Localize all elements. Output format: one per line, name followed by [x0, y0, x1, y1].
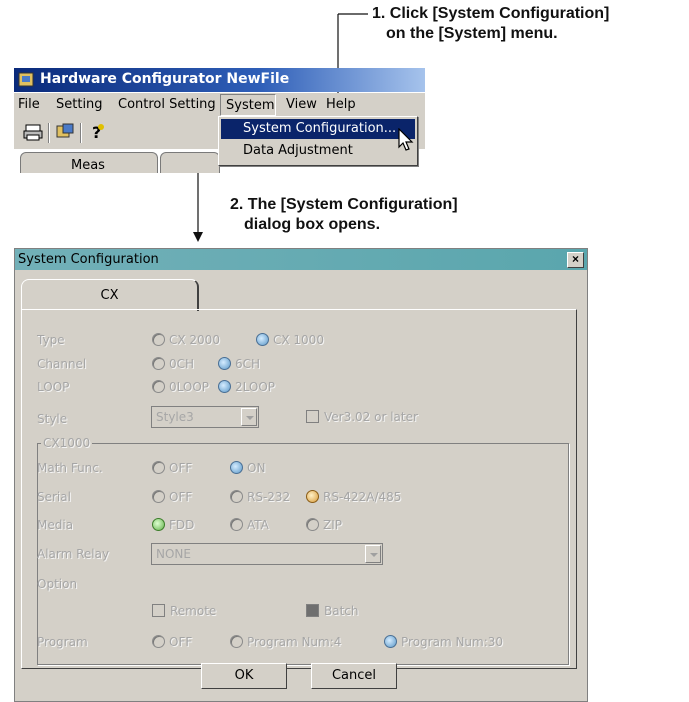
- channel-0ch-radio[interactable]: [152, 357, 165, 370]
- step2-line2: dialog box opens.: [244, 216, 381, 233]
- mouse-cursor-icon: [398, 128, 414, 151]
- media-fdd-label: FDD: [169, 518, 195, 532]
- menu-setting[interactable]: Setting: [56, 97, 103, 112]
- step2-line1: 2. The [System Configuration]: [230, 196, 458, 213]
- style-value: Style3: [156, 410, 194, 424]
- serial-off-radio[interactable]: [152, 490, 165, 503]
- loop-label: LOOP: [37, 380, 70, 394]
- alarm-relay-label: Alarm Relay: [37, 547, 110, 561]
- program-off-radio[interactable]: [152, 635, 165, 648]
- app-icon: [18, 72, 34, 87]
- remote-label: Remote: [170, 604, 217, 618]
- batch-label: Batch: [324, 604, 359, 618]
- program-num4-radio[interactable]: [230, 635, 243, 648]
- media-ata-label: ATA: [247, 518, 269, 532]
- dialog-titlebar: System Configuration ×: [15, 249, 587, 270]
- menu-system-pressed[interactable]: System: [220, 94, 276, 116]
- chevron-down-icon[interactable]: [241, 408, 257, 426]
- style-label: Style: [37, 412, 68, 426]
- option-label: Option: [37, 577, 78, 591]
- program-num4-label: Program Num:4: [247, 635, 342, 649]
- ok-button[interactable]: OK: [201, 663, 287, 689]
- media-zip-radio[interactable]: [306, 518, 319, 531]
- menu-bar: File Setting Control Setting System View…: [14, 93, 425, 117]
- loop-0loop-radio[interactable]: [152, 380, 165, 393]
- serial-rs232-label: RS-232: [247, 490, 291, 504]
- serial-label: Serial: [37, 490, 71, 504]
- toolbar-separator: [80, 123, 82, 143]
- ver302-checkbox[interactable]: [306, 410, 319, 423]
- close-icon[interactable]: ×: [567, 252, 584, 268]
- loop-2loop-label: 2LOOP: [235, 380, 276, 394]
- type-cx2000-radio[interactable]: [152, 333, 165, 346]
- help-icon[interactable]: ?: [86, 121, 108, 143]
- menu-help[interactable]: Help: [326, 97, 356, 112]
- config-icon[interactable]: [54, 121, 76, 143]
- math-off-radio[interactable]: [152, 461, 165, 474]
- step1-line1: 1. Click [System Configuration]: [372, 5, 610, 22]
- serial-rs422-radio[interactable]: [306, 490, 319, 503]
- menu-system[interactable]: System: [226, 98, 274, 113]
- math-label: Math Func.: [37, 461, 103, 475]
- serial-rs232-radio[interactable]: [230, 490, 243, 503]
- channel-label: Channel: [37, 357, 87, 371]
- program-label: Program: [37, 635, 88, 649]
- media-label: Media: [37, 518, 74, 532]
- tab-cx[interactable]: CX: [21, 279, 199, 311]
- dialog-title: System Configuration: [18, 252, 159, 267]
- alarm-relay-combo[interactable]: NONE: [151, 543, 383, 565]
- system-configuration-dialog: System Configuration × CX Type CX 2000 C…: [14, 248, 588, 702]
- chevron-down-icon[interactable]: [365, 545, 381, 563]
- alarm-relay-value: NONE: [156, 547, 191, 561]
- program-num30-label: Program Num:30: [401, 635, 504, 649]
- type-cx1000-radio[interactable]: [256, 333, 269, 346]
- dialog-tab-bar: CX: [21, 279, 577, 311]
- program-num30-radio[interactable]: [384, 635, 397, 648]
- program-off-label: OFF: [169, 635, 193, 649]
- math-off-label: OFF: [169, 461, 193, 475]
- menu-item-data-adjustment[interactable]: Data Adjustment: [221, 141, 415, 161]
- toolbar-separator: [48, 123, 50, 143]
- type-cx1000-label: CX 1000: [273, 333, 324, 347]
- system-menu-dropdown: System Configuration... Data Adjustment: [218, 116, 418, 166]
- print-icon[interactable]: [22, 121, 44, 143]
- type-label: Type: [37, 333, 65, 347]
- media-fdd-radio[interactable]: [152, 518, 165, 531]
- loop-2loop-radio[interactable]: [218, 380, 231, 393]
- channel-0ch-label: 0CH: [169, 357, 195, 371]
- type-cx2000-label: CX 2000: [169, 333, 220, 347]
- loop-0loop-label: 0LOOP: [169, 380, 210, 394]
- main-window-title: Hardware Configurator NewFile: [40, 71, 290, 87]
- main-window-titlebar: Hardware Configurator NewFile: [14, 68, 425, 92]
- cx1000-group-title: CX1000: [41, 436, 93, 450]
- math-on-radio[interactable]: [230, 461, 243, 474]
- channel-6ch-radio[interactable]: [218, 357, 231, 370]
- serial-rs422-label: RS-422A/485: [323, 490, 402, 504]
- menu-control-setting[interactable]: Control Setting: [118, 97, 216, 112]
- step1-line2: on the [System] menu.: [386, 25, 558, 42]
- remote-checkbox[interactable]: [152, 604, 165, 617]
- ver302-label: Ver3.02 or later: [324, 410, 418, 424]
- batch-checkbox[interactable]: [306, 604, 319, 617]
- media-ata-radio[interactable]: [230, 518, 243, 531]
- tab-next[interactable]: [160, 152, 220, 173]
- tab-meas[interactable]: Meas: [20, 152, 158, 173]
- tab-cx-label: CX: [100, 288, 119, 303]
- math-on-label: ON: [247, 461, 266, 475]
- tab-meas-label: Meas: [71, 158, 105, 173]
- cancel-button[interactable]: Cancel: [311, 663, 397, 689]
- menu-view[interactable]: View: [286, 97, 317, 112]
- channel-6ch-label: 6CH: [235, 357, 261, 371]
- menu-item-system-configuration[interactable]: System Configuration...: [221, 119, 415, 139]
- media-zip-label: ZIP: [323, 518, 342, 532]
- serial-off-label: OFF: [169, 490, 193, 504]
- style-combo[interactable]: Style3: [151, 406, 259, 428]
- menu-file[interactable]: File: [18, 97, 40, 112]
